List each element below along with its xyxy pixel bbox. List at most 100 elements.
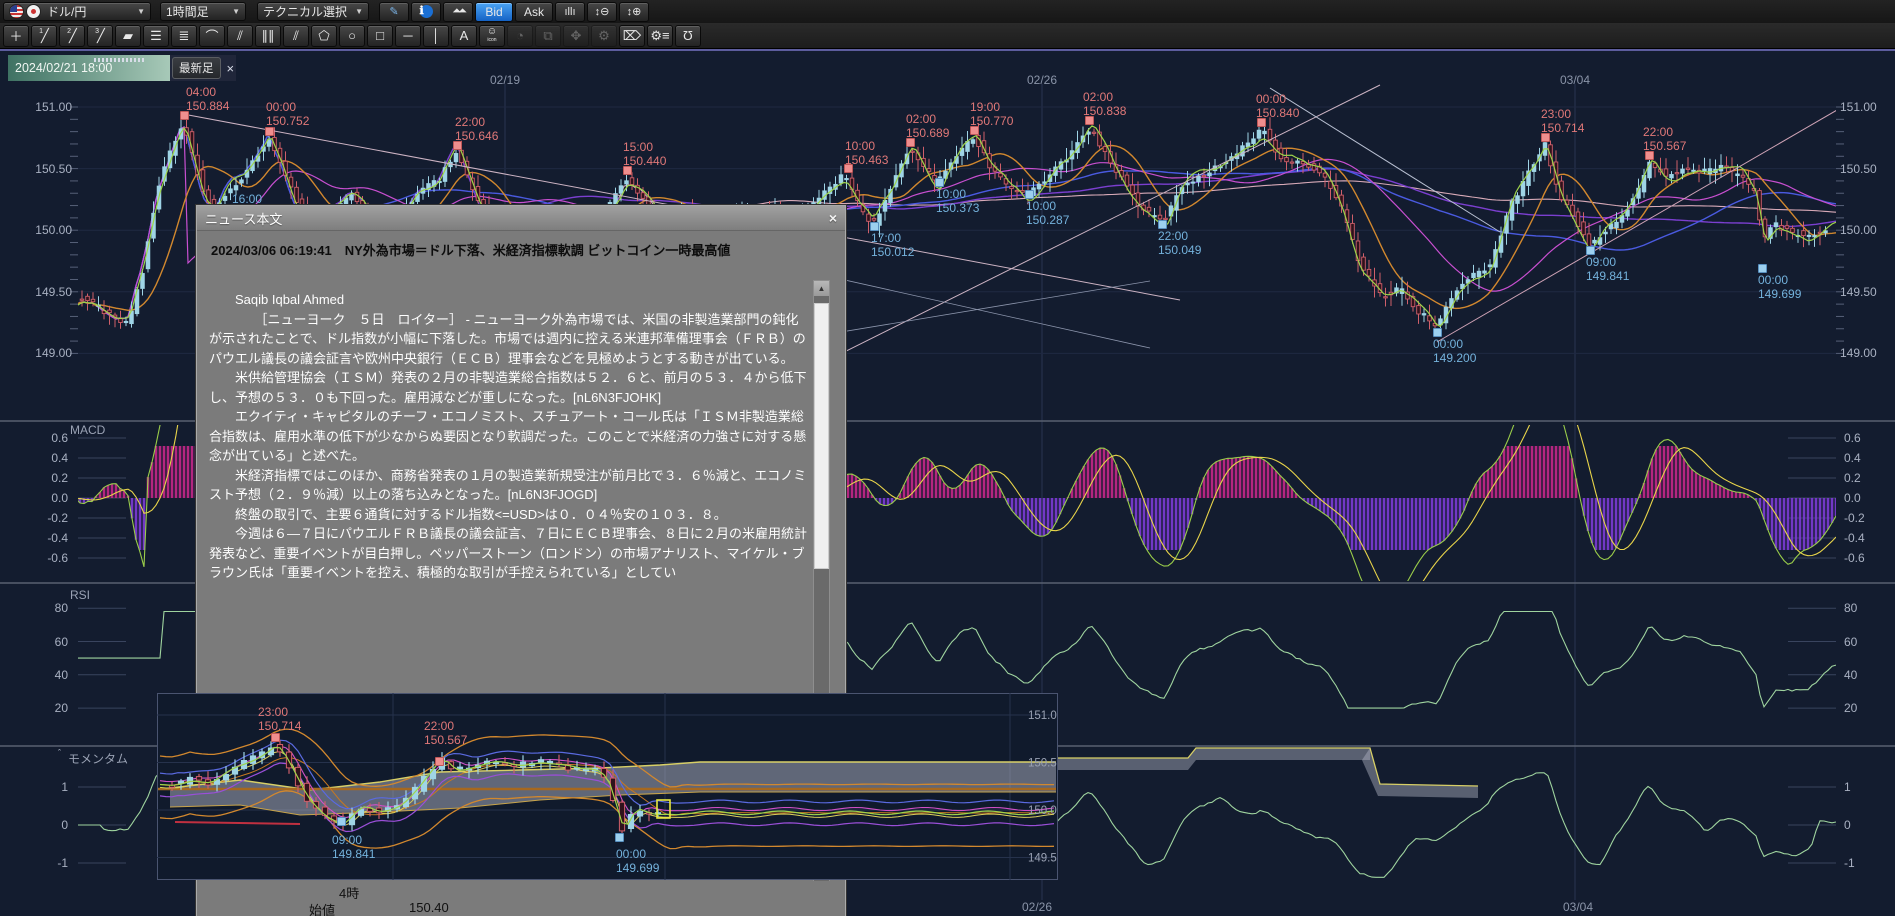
info-icon: ℹ	[420, 5, 433, 18]
annotation-time: 00:00	[616, 848, 659, 862]
object-settings-button[interactable]: ⚙≡	[647, 25, 673, 47]
scrollbar-up-arrow-icon[interactable]: ▲	[814, 281, 829, 296]
fibo-arcs-tool-button[interactable]: ⌒	[199, 25, 225, 47]
price-axis-label-right: 149.50	[1840, 285, 1877, 299]
chart-tab-datetime[interactable]: 2024/02/21 18:00	[8, 55, 170, 81]
candle-annotation: 09:00149.841	[1586, 256, 1629, 283]
circle-tool-button[interactable]: ○	[339, 25, 365, 47]
timeframe-select[interactable]: 1時間足 ▼	[160, 2, 246, 21]
low-marker-icon	[1586, 246, 1595, 255]
rsi-tick-left: 60	[55, 635, 68, 649]
annotation-time: 00:00	[1758, 274, 1801, 288]
tab-datetime-label: 2024/02/21 18:00	[15, 61, 112, 75]
fibo-lines-tool-button[interactable]: ≣	[171, 25, 197, 47]
macd-tick-left: -0.4	[47, 531, 68, 545]
vertical-line-tool-button[interactable]: │	[423, 25, 449, 47]
annotation-price: 149.699	[616, 862, 659, 876]
news-paragraph: 米経済指標ではこのほか、商務省発表の１月の製造業新規受注が前月比で３．６％減と、…	[209, 466, 809, 505]
high-marker-icon	[1541, 133, 1550, 142]
magnet-snap-button[interactable]: Ω	[675, 25, 701, 47]
annotation-price: 150.567	[424, 734, 467, 748]
candle-annotation: 19:00150.770	[970, 101, 1013, 128]
macd-tick-left: -0.6	[47, 551, 68, 565]
magnet-snap-icon: Ω	[683, 28, 693, 43]
symbol-select[interactable]: ドル/円 ▼	[3, 2, 151, 21]
news-paragraph: ［ニューヨーク ５日 ロイター］ - ニューヨーク外為市場では、米国の非製造業部…	[209, 310, 809, 369]
text-tool-button[interactable]: A	[451, 25, 477, 47]
annotation-price: 150.049	[1158, 244, 1201, 258]
fan-lines-tool-icon: ⫽	[237, 28, 243, 44]
footer-open-value: 150.40	[409, 900, 449, 915]
candle-annotation: 17:00150.012	[871, 232, 914, 259]
latest-candle-button[interactable]: 最新足	[172, 57, 221, 79]
annotation-price: 149.699	[1758, 288, 1801, 302]
rsi-tick-right: 80	[1844, 601, 1857, 615]
price-axis-label-left: 151.00	[35, 100, 72, 114]
info-button[interactable]: ℹ	[411, 2, 441, 22]
annotation-price: 150.752	[266, 115, 309, 129]
rectangle-tool-button[interactable]: □	[367, 25, 393, 47]
gann-fan-tool-button[interactable]: ⫽	[283, 25, 309, 47]
trendline3-tool-button[interactable]: 3╱	[87, 25, 113, 47]
date-axis-label-bottom: 03/04	[1563, 900, 1593, 914]
draw-pencil-button[interactable]: ✎	[379, 2, 409, 22]
vertical-zoom-in-button[interactable]: ↕⊕	[619, 2, 649, 22]
fan-lines-tool-button[interactable]: ⫽	[227, 25, 253, 47]
bar-pulse-button[interactable]: ıllı	[555, 2, 585, 22]
trendline2-tool-button[interactable]: 2╱	[59, 25, 85, 47]
news-paragraph: 終盤の取引で、主要６通貨に対するドル指数<=USD>は０．０４％安の１０３．８。	[209, 505, 809, 525]
chart-tab[interactable]: 2024/02/21 18:00 最新足 ×	[8, 55, 236, 81]
bid-toggle[interactable]: Bid	[475, 2, 513, 22]
candle-annotation: 22:00150.049	[1158, 230, 1201, 257]
annotation-price: 149.200	[1433, 352, 1476, 366]
drawing-toolbar: ＋1╱2╱3╱▰☰≣⌒⫽∥∥⫽⬠○□─│A☺icon◔⧉✥⚙⌦⚙≡Ω	[0, 23, 1895, 49]
low-marker-icon	[1433, 328, 1442, 337]
ask-toggle[interactable]: Ask	[515, 2, 553, 22]
momentum-tick-left: 1	[61, 780, 68, 794]
annotation-time: 17:00	[871, 232, 914, 246]
macd-panel-label: MACD	[70, 423, 105, 437]
gann-fan-tool-icon: ⫽	[293, 28, 299, 44]
copy-objects-button: ⧉	[535, 25, 561, 47]
annotation-time: 00:00	[266, 101, 309, 115]
annotation-time: 15:00	[623, 141, 666, 155]
scrollbar-thumb[interactable]	[814, 303, 829, 569]
candle-annotation: 02:00150.689	[906, 113, 949, 140]
news-window-titlebar[interactable]: ニュース本文 ×	[197, 206, 845, 231]
parallel-lines-tool-button[interactable]: ☰	[143, 25, 169, 47]
news-close-icon[interactable]: ×	[829, 210, 837, 226]
eraser-button[interactable]: ⌦	[619, 25, 645, 47]
inset-axis-label: 149.5	[1028, 853, 1057, 865]
crosshair-tool-button[interactable]: ＋	[3, 25, 29, 47]
ichimoku-cloud-projection	[1058, 735, 1478, 815]
mountain-chart-button[interactable]: ⏶⏶	[443, 2, 473, 22]
technical-label: テクニカル選択	[263, 3, 347, 20]
inset-axis-label: 151.0	[1028, 710, 1057, 722]
circle-tool-icon: ○	[348, 28, 356, 43]
annotation-time: 09:00	[1586, 256, 1629, 270]
annotation-price: 150.287	[1026, 214, 1069, 228]
ruler-tool-button[interactable]: ▰	[115, 25, 141, 47]
low-marker-icon	[1158, 220, 1167, 229]
candle-annotation: 04:00150.884	[186, 86, 229, 113]
candle-annotation: 22:00150.567	[424, 720, 467, 747]
macd-tick-left: 0.4	[51, 451, 68, 465]
vertical-zoom-out-button[interactable]: ↕⊖	[587, 2, 617, 22]
annotation-time: 10:00	[1026, 200, 1069, 214]
macd-tick-right: -0.2	[1844, 511, 1865, 525]
rsi-tick-right: 60	[1844, 635, 1857, 649]
macd-tick-right: 0.6	[1844, 431, 1861, 445]
ruler-tool-icon: ▰	[123, 28, 133, 44]
tab-drag-handle[interactable]	[94, 58, 146, 62]
date-axis-label-bottom: 02/26	[1022, 900, 1052, 914]
tab-close-icon[interactable]: ×	[227, 61, 235, 76]
technical-select-button[interactable]: テクニカル選択 ▼	[257, 2, 369, 21]
price-axis-label-right: 149.00	[1840, 346, 1877, 360]
icon-stamp-tool-button[interactable]: ☺icon	[479, 25, 505, 47]
trendline1-tool-button[interactable]: 1╱	[31, 25, 57, 47]
trendline1-tool-icon: 1╱	[39, 28, 49, 44]
vertical-lines-tool-button[interactable]: ∥∥	[255, 25, 281, 47]
horizontal-line-tool-button[interactable]: ─	[395, 25, 421, 47]
pentagon-tool-button[interactable]: ⬠	[311, 25, 337, 47]
candle-annotation: 10:00150.463	[845, 140, 888, 167]
